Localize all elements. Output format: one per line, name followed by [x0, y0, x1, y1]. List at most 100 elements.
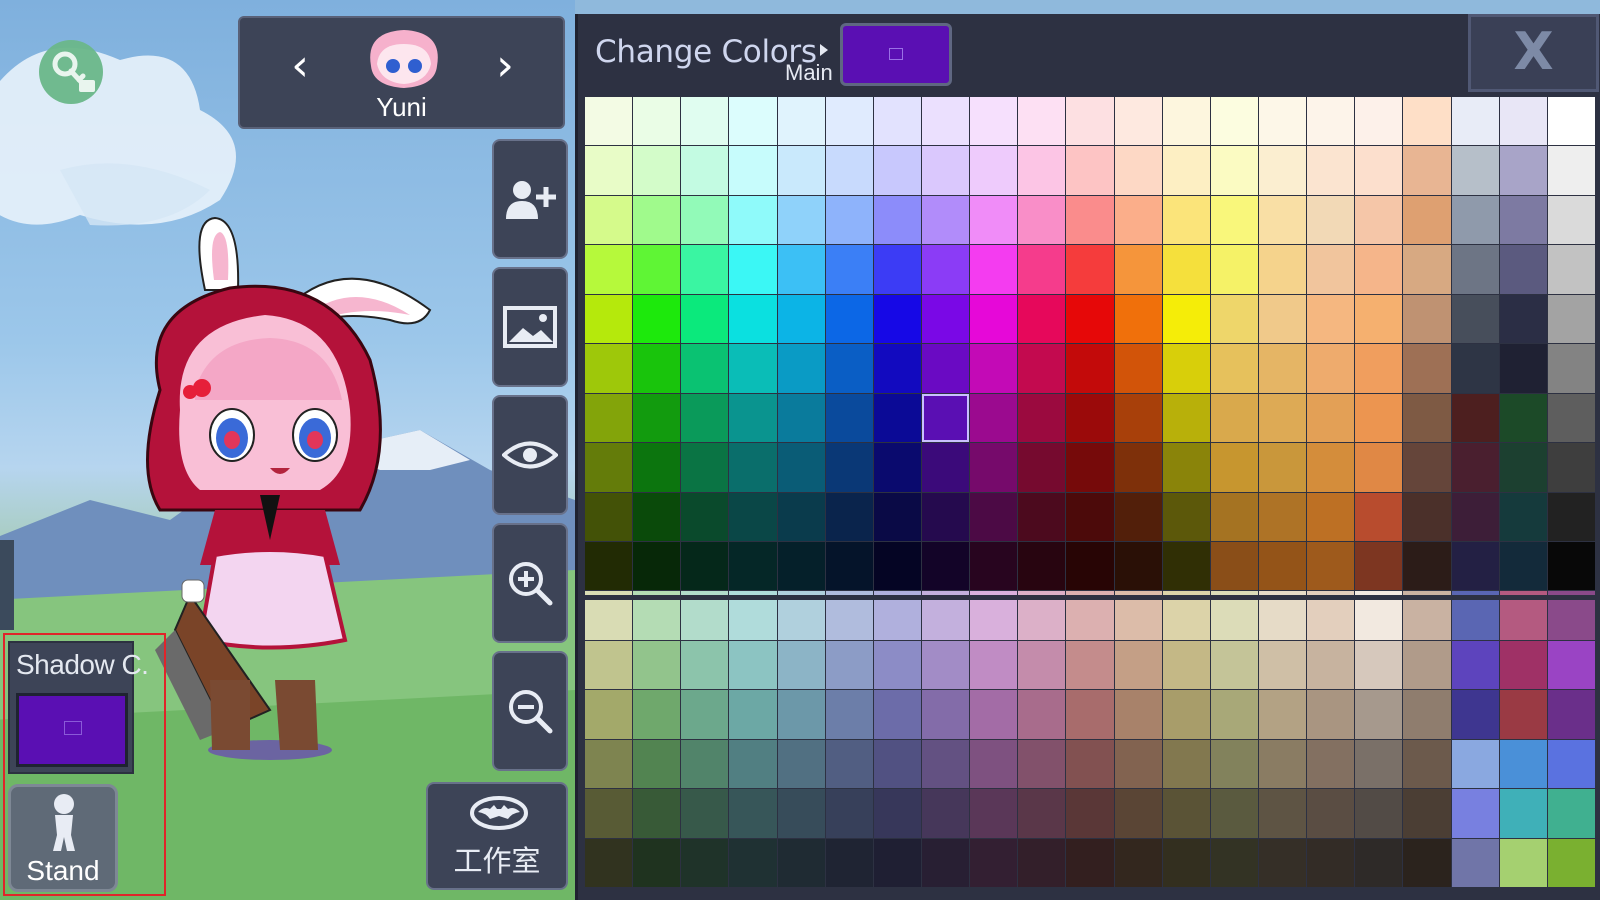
color-swatch[interactable] [1066, 294, 1114, 344]
color-swatch[interactable] [585, 245, 633, 294]
color-swatch[interactable] [1499, 739, 1547, 789]
color-swatch[interactable] [873, 443, 921, 492]
color-swatch[interactable] [1307, 443, 1355, 492]
color-swatch[interactable] [633, 492, 681, 541]
color-swatch[interactable] [873, 146, 921, 195]
color-swatch[interactable] [681, 393, 729, 443]
color-swatch[interactable] [1162, 294, 1210, 344]
color-swatch[interactable] [1066, 739, 1114, 789]
color-swatch[interactable] [970, 97, 1018, 146]
color-swatch[interactable] [633, 541, 681, 591]
color-swatch[interactable] [585, 838, 633, 887]
color-swatch[interactable] [1307, 245, 1355, 294]
color-swatch[interactable] [921, 344, 970, 393]
color-swatch[interactable] [1499, 640, 1547, 690]
color-swatch[interactable] [873, 344, 921, 393]
color-swatch[interactable] [681, 541, 729, 591]
color-swatch[interactable] [633, 393, 681, 443]
color-swatch[interactable] [1162, 838, 1210, 887]
color-swatch[interactable] [777, 195, 825, 245]
color-swatch[interactable] [777, 492, 825, 541]
color-swatch[interactable] [777, 739, 825, 789]
color-swatch[interactable] [1451, 245, 1499, 294]
color-swatch[interactable] [1307, 690, 1355, 739]
color-swatch[interactable] [1499, 393, 1547, 443]
color-swatch[interactable] [1210, 344, 1258, 393]
color-swatch[interactable] [921, 146, 970, 195]
color-swatch[interactable] [1355, 146, 1403, 195]
color-swatch[interactable] [1258, 245, 1307, 294]
color-swatch[interactable] [1307, 789, 1355, 838]
color-swatch[interactable] [1066, 541, 1114, 591]
color-swatch[interactable] [681, 97, 729, 146]
color-swatch[interactable] [1547, 838, 1595, 887]
color-swatch[interactable] [825, 195, 873, 245]
color-swatch[interactable] [1018, 245, 1066, 294]
color-swatch[interactable] [585, 344, 633, 393]
color-swatch[interactable] [1355, 97, 1403, 146]
color-swatch[interactable] [1499, 195, 1547, 245]
color-swatch[interactable] [729, 393, 777, 443]
color-swatch[interactable] [1307, 393, 1355, 443]
color-swatch[interactable] [777, 443, 825, 492]
color-swatch[interactable] [1258, 443, 1307, 492]
color-swatch[interactable] [1499, 344, 1547, 393]
color-swatch[interactable] [1355, 245, 1403, 294]
color-swatch[interactable] [1066, 97, 1114, 146]
color-swatch[interactable] [1355, 739, 1403, 789]
color-swatch[interactable] [1018, 640, 1066, 690]
color-swatch[interactable] [1162, 739, 1210, 789]
add-character-button[interactable] [492, 139, 568, 259]
color-swatch[interactable] [633, 195, 681, 245]
color-swatch[interactable] [1355, 492, 1403, 541]
studio-button[interactable]: 工作室 [426, 782, 568, 890]
color-swatch[interactable] [1403, 690, 1451, 739]
color-swatch[interactable] [777, 97, 825, 146]
color-swatch[interactable] [1210, 294, 1258, 344]
color-swatch[interactable] [921, 443, 970, 492]
color-swatch[interactable] [777, 393, 825, 443]
color-swatch[interactable] [1547, 640, 1595, 690]
color-swatch[interactable] [729, 541, 777, 591]
color-swatch[interactable] [1114, 443, 1162, 492]
color-swatch[interactable] [825, 789, 873, 838]
color-swatch[interactable] [1066, 838, 1114, 887]
color-swatch[interactable] [1547, 789, 1595, 838]
color-swatch[interactable] [585, 97, 633, 146]
color-swatch[interactable] [873, 97, 921, 146]
color-swatch[interactable] [1114, 393, 1162, 443]
color-swatch[interactable] [1307, 838, 1355, 887]
color-swatch[interactable] [1018, 344, 1066, 393]
pose-button[interactable]: Stand [8, 784, 118, 892]
color-swatch[interactable] [921, 541, 970, 591]
color-swatch[interactable] [970, 838, 1018, 887]
color-swatch[interactable] [1547, 393, 1595, 443]
lock-key-icon[interactable] [39, 40, 103, 104]
color-swatch[interactable] [1114, 245, 1162, 294]
color-swatch[interactable] [1162, 541, 1210, 591]
color-swatch[interactable] [1162, 443, 1210, 492]
color-swatch[interactable] [1355, 640, 1403, 690]
color-swatch[interactable] [585, 195, 633, 245]
color-swatch[interactable] [1114, 344, 1162, 393]
color-swatch[interactable] [1499, 146, 1547, 195]
color-swatch[interactable] [681, 443, 729, 492]
color-swatch[interactable] [1162, 344, 1210, 393]
color-swatch[interactable] [825, 492, 873, 541]
color-swatch[interactable] [825, 97, 873, 146]
color-swatch[interactable] [1066, 195, 1114, 245]
color-swatch[interactable] [921, 195, 970, 245]
color-swatch[interactable] [1403, 492, 1451, 541]
color-swatch[interactable] [1355, 789, 1403, 838]
color-swatch[interactable] [681, 690, 729, 739]
color-swatch[interactable] [873, 541, 921, 591]
color-swatch[interactable] [1307, 541, 1355, 591]
color-swatch[interactable] [585, 789, 633, 838]
color-swatch[interactable] [777, 838, 825, 887]
color-swatch[interactable] [1499, 690, 1547, 739]
color-swatch[interactable] [681, 492, 729, 541]
color-swatch[interactable] [1307, 294, 1355, 344]
color-swatch[interactable] [1403, 393, 1451, 443]
color-swatch[interactable] [921, 245, 970, 294]
color-swatch[interactable] [681, 789, 729, 838]
